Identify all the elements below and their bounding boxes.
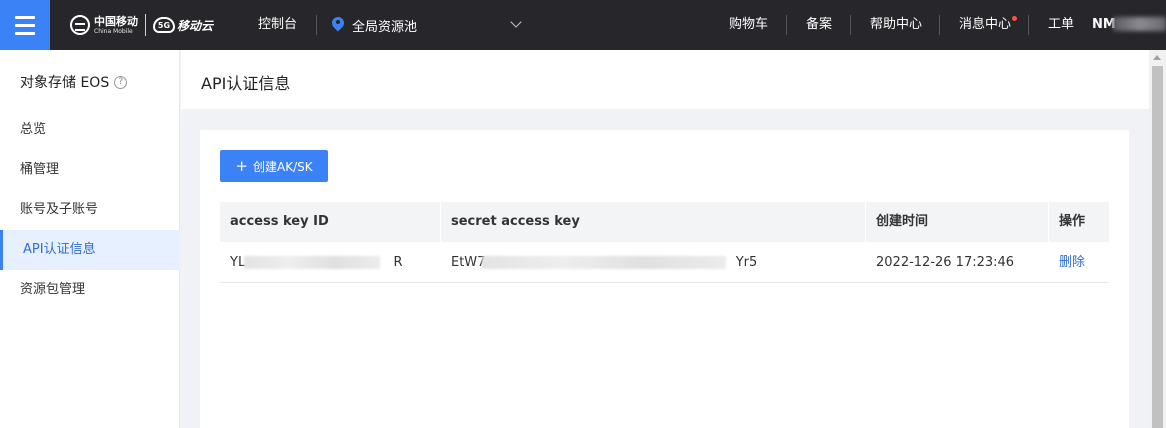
redacted-secret-key bbox=[482, 256, 726, 269]
menu-toggle-button[interactable] bbox=[0, 0, 50, 50]
sidebar-item-resource-packages[interactable]: 资源包管理 bbox=[0, 270, 180, 310]
help-icon[interactable]: ? bbox=[114, 75, 128, 89]
brand-en: China Mobile bbox=[94, 27, 133, 35]
nav-divider bbox=[939, 15, 940, 35]
table-row: YL R EtW7 Yr5 2022-12-26 17:23:46 删除 bbox=[220, 242, 1109, 283]
brand-logo[interactable]: 中国移动 China Mobile 5G 移动云 bbox=[70, 13, 213, 37]
vertical-scrollbar[interactable] bbox=[1149, 50, 1166, 428]
scroll-up-arrow-icon[interactable] bbox=[1153, 55, 1161, 60]
access-key-id-start: YL bbox=[230, 255, 246, 270]
scrollbar-thumb[interactable] bbox=[1152, 66, 1163, 428]
content-card: + 创建AK/SK access key ID secret access ke… bbox=[200, 130, 1129, 428]
nav-cart[interactable]: 购物车 bbox=[729, 0, 768, 50]
page-header: API认证信息 bbox=[181, 50, 1149, 109]
chevron-down-icon bbox=[510, 16, 522, 28]
hamburger-icon bbox=[15, 15, 35, 19]
plus-icon: + bbox=[235, 156, 248, 175]
nav-divider bbox=[1028, 15, 1029, 35]
access-key-id-end: R bbox=[393, 255, 403, 270]
aksk-table: access key ID secret access key 创建时间 操作 … bbox=[220, 202, 1109, 283]
nav-console[interactable]: 控制台 bbox=[258, 0, 297, 50]
china-mobile-logo-icon bbox=[70, 15, 90, 35]
sidebar-item-buckets[interactable]: 桶管理 bbox=[0, 150, 180, 190]
create-aksk-button[interactable]: + 创建AK/SK bbox=[220, 150, 328, 182]
nav-message-label: 消息中心 bbox=[959, 17, 1012, 32]
nav-divider bbox=[316, 15, 317, 35]
region-label: 全局资源池 bbox=[352, 19, 418, 35]
hamburger-icon bbox=[15, 31, 35, 35]
table-header: access key ID secret access key 创建时间 操作 bbox=[220, 202, 1109, 242]
logo-divider bbox=[145, 14, 146, 36]
cloud-name: 移动云 bbox=[177, 18, 214, 33]
sidebar-item-api-auth[interactable]: API认证信息 bbox=[0, 230, 180, 270]
cloud-badge: 5G bbox=[157, 20, 171, 30]
nav-tickets[interactable]: 工单 bbox=[1048, 0, 1074, 50]
column-header-access-key-id: access key ID bbox=[230, 214, 329, 229]
notification-dot bbox=[1012, 16, 1018, 21]
redacted-username bbox=[1113, 17, 1166, 31]
nav-divider bbox=[850, 15, 851, 35]
column-header-created-time: 创建时间 bbox=[876, 214, 929, 229]
secret-key-end: Yr5 bbox=[735, 255, 758, 270]
nav-help-center[interactable]: 帮助中心 bbox=[870, 0, 922, 50]
create-aksk-label: 创建AK/SK bbox=[252, 159, 313, 174]
delete-cell: 删除 bbox=[1049, 242, 1085, 283]
column-header-secret-access-key: secret access key bbox=[451, 214, 580, 229]
sidebar-title: 对象存储 EOS ? bbox=[20, 72, 128, 92]
nav-filing[interactable]: 备案 bbox=[806, 0, 832, 50]
nav-divider bbox=[786, 15, 787, 35]
sidebar-item-accounts[interactable]: 账号及子账号 bbox=[0, 190, 180, 230]
location-pin-icon bbox=[332, 17, 344, 33]
product-name: 对象存储 EOS bbox=[20, 75, 110, 91]
sidebar: 对象存储 EOS ? 总览 桶管理 账号及子账号 API认证信息 资源包管理 bbox=[0, 50, 180, 428]
redacted-access-key bbox=[244, 256, 380, 269]
cloud-logo-icon: 5G bbox=[153, 17, 175, 33]
nav-message-center[interactable]: 消息中心 bbox=[959, 0, 1018, 50]
delete-link[interactable]: 删除 bbox=[1059, 255, 1085, 270]
created-time-cell: 2022-12-26 17:23:46 bbox=[876, 255, 1015, 270]
region-selector[interactable]: 全局资源池 bbox=[332, 0, 528, 50]
page-title: API认证信息 bbox=[201, 74, 291, 93]
column-header-actions: 操作 bbox=[1059, 214, 1086, 229]
sidebar-item-overview[interactable]: 总览 bbox=[0, 110, 180, 150]
brand-cn: 中国移动 bbox=[94, 14, 138, 28]
top-bar: 中国移动 China Mobile 5G 移动云 控制台 全局资源池 购物车 备… bbox=[0, 0, 1166, 50]
secret-key-start: EtW7 bbox=[451, 255, 486, 270]
hamburger-icon bbox=[15, 23, 35, 27]
brand-text: 中国移动 China Mobile bbox=[94, 16, 138, 35]
